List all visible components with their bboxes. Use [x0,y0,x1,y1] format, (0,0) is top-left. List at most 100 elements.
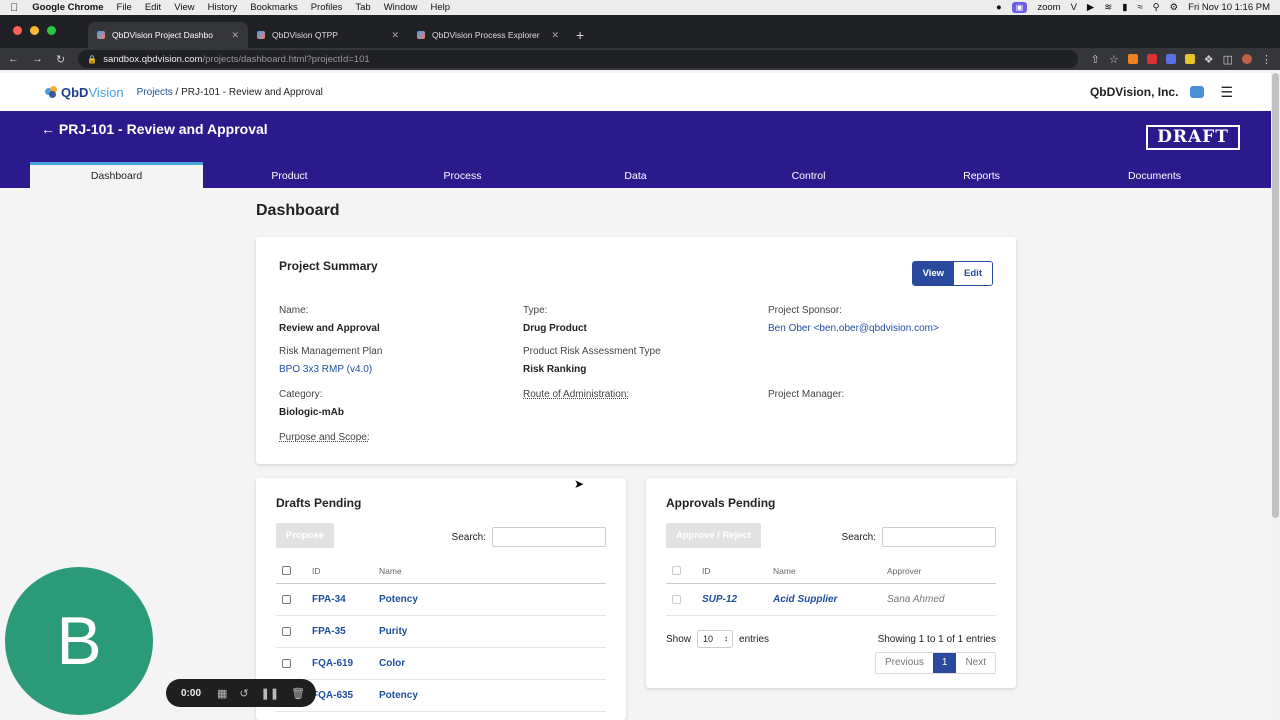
extension-icon[interactable] [1165,54,1176,64]
close-tab-icon[interactable]: ✕ [231,30,239,41]
vimeo-icon[interactable]: V [1071,2,1077,13]
previous-page-button[interactable]: Previous [876,653,933,673]
minimize-window-icon[interactable] [30,26,39,35]
bluetooth-icon[interactable]: ≋ [1104,2,1112,13]
row-id-link[interactable]: FQA-635 [312,690,379,701]
puzzle-icon[interactable]: ❖ [1204,53,1214,66]
share-icon[interactable]: ⇧ [1091,53,1100,66]
row-name-link[interactable]: Color [379,658,493,669]
page-size-select[interactable]: 10 [697,630,734,648]
maximize-window-icon[interactable] [47,26,56,35]
wifi-icon[interactable]: ≈ [1137,2,1142,13]
row-id-link[interactable]: FQA-619 [312,658,379,669]
breadcrumb-projects-link[interactable]: Projects [137,87,173,98]
select-all-checkbox[interactable] [672,566,681,575]
address-bar[interactable]: 🔒 sandbox.qbdvision.com/projects/dashboa… [78,50,1079,68]
menu-view[interactable]: View [174,2,194,13]
row-id-link[interactable]: FPA-35 [312,626,379,637]
qbdvision-logo[interactable]: QbD Vision [45,85,124,100]
extension-icon[interactable] [1184,54,1195,64]
propose-button[interactable]: Propose [276,523,335,548]
lock-icon[interactable]: 🔒 [87,55,97,64]
menu-edit[interactable]: Edit [145,2,161,13]
extension-icon[interactable] [1146,54,1157,64]
row-checkbox[interactable] [282,659,291,668]
zoom-status-label[interactable]: zoom [1037,2,1060,13]
kebab-menu-icon[interactable]: ⋮ [1261,53,1272,66]
search-icon[interactable]: ⚲ [1153,2,1160,13]
menu-profiles[interactable]: Profiles [311,2,343,13]
grid-icon[interactable]: ▦ [217,687,227,700]
mic-icon[interactable]: ● [996,2,1002,13]
row-checkbox[interactable] [282,595,291,604]
menu-app-name[interactable]: Google Chrome [32,2,103,13]
field-label[interactable]: Purpose and Scope: [279,432,370,443]
restart-icon[interactable]: ↺ [239,687,248,700]
approvals-search-input[interactable] [882,527,996,547]
row-checkbox[interactable] [672,595,681,604]
sponsor-link[interactable]: Ben Ober <ben.ober@qbdvision.com> [768,323,939,334]
menu-tab[interactable]: Tab [355,2,370,13]
rmp-link[interactable]: BPO 3x3 RMP (v4.0) [279,364,382,375]
extension-icon[interactable] [1127,54,1138,64]
screen-share-icon[interactable]: ▣ [1011,2,1028,13]
bookmark-star-icon[interactable]: ☆ [1109,53,1119,66]
approve-reject-button[interactable]: Approve / Reject [666,523,761,548]
tab-product[interactable]: Product [203,162,376,188]
column-header-id[interactable]: ID [312,566,379,576]
reload-icon[interactable]: ↻ [56,53,65,66]
tab-documents[interactable]: Documents [1068,162,1241,188]
browser-tab-qtpp[interactable]: QbDVision QTPP ✕ [248,22,408,48]
apple-icon[interactable]:  [10,2,18,14]
row-name-link[interactable]: Potency [379,594,493,605]
edit-button[interactable]: Edit [954,262,992,285]
tab-process[interactable]: Process [376,162,549,188]
close-window-icon[interactable] [13,26,22,35]
scrollbar-thumb[interactable] [1272,73,1279,518]
menu-help[interactable]: Help [431,2,451,13]
row-id-link[interactable]: FPA-34 [312,594,379,605]
battery-icon[interactable]: ▮ [1122,2,1127,13]
hamburger-menu-icon[interactable]: ☰ [1220,84,1233,101]
browser-tab-dashboard[interactable]: QbDVision Project Dashbo ✕ [88,22,248,48]
control-center-icon[interactable]: ⚙ [1170,2,1179,13]
menu-bookmarks[interactable]: Bookmarks [250,2,298,13]
trash-icon[interactable]: 🗑 [291,687,305,700]
next-page-button[interactable]: Next [956,653,995,673]
close-tab-icon[interactable]: ✕ [551,30,559,41]
tab-reports[interactable]: Reports [895,162,1068,188]
row-name-link[interactable]: Potency [379,690,493,701]
tab-data[interactable]: Data [549,162,722,188]
select-all-checkbox[interactable] [282,566,291,575]
company-name[interactable]: QbDVision, Inc. [1090,85,1178,99]
column-header-name[interactable]: Name [379,566,493,576]
clock[interactable]: Fri Nov 10 1:16 PM [1188,2,1270,13]
page-1-button[interactable]: 1 [932,653,957,673]
page-scrollbar[interactable] [1271,73,1280,720]
menu-history[interactable]: History [208,2,238,13]
row-name-link[interactable]: Purity [379,626,493,637]
pause-icon[interactable]: ❚❚ [261,687,279,700]
forward-icon[interactable]: → [32,53,43,65]
row-checkbox[interactable] [282,627,291,636]
view-button[interactable]: View [912,262,955,285]
menu-window[interactable]: Window [384,2,418,13]
tab-control[interactable]: Control [722,162,895,188]
column-header-approver[interactable]: Approver [887,566,922,576]
assistant-robot-icon[interactable] [1190,86,1205,98]
new-tab-icon[interactable]: + [576,27,584,43]
row-name-link[interactable]: Acid Supplier [773,594,887,605]
column-header-id[interactable]: ID [702,566,773,576]
column-header-name[interactable]: Name [773,566,887,576]
close-tab-icon[interactable]: ✕ [391,30,399,41]
sidebar-icon[interactable]: ◫ [1223,53,1233,66]
drafts-search-input[interactable] [492,527,606,547]
tab-dashboard[interactable]: Dashboard [30,162,203,188]
field-label[interactable]: Route of Administration: [523,389,629,400]
browser-tab-process-explorer[interactable]: QbDVision Process Explorer ✕ [408,22,568,48]
project-title-back-link[interactable]: ← PRJ-101 - Review and Approval [41,121,268,137]
row-id-link[interactable]: SUP-12 [702,594,773,605]
menu-file[interactable]: File [117,2,132,13]
play-icon[interactable]: ▶ [1087,2,1094,13]
back-icon[interactable]: ← [8,53,19,65]
